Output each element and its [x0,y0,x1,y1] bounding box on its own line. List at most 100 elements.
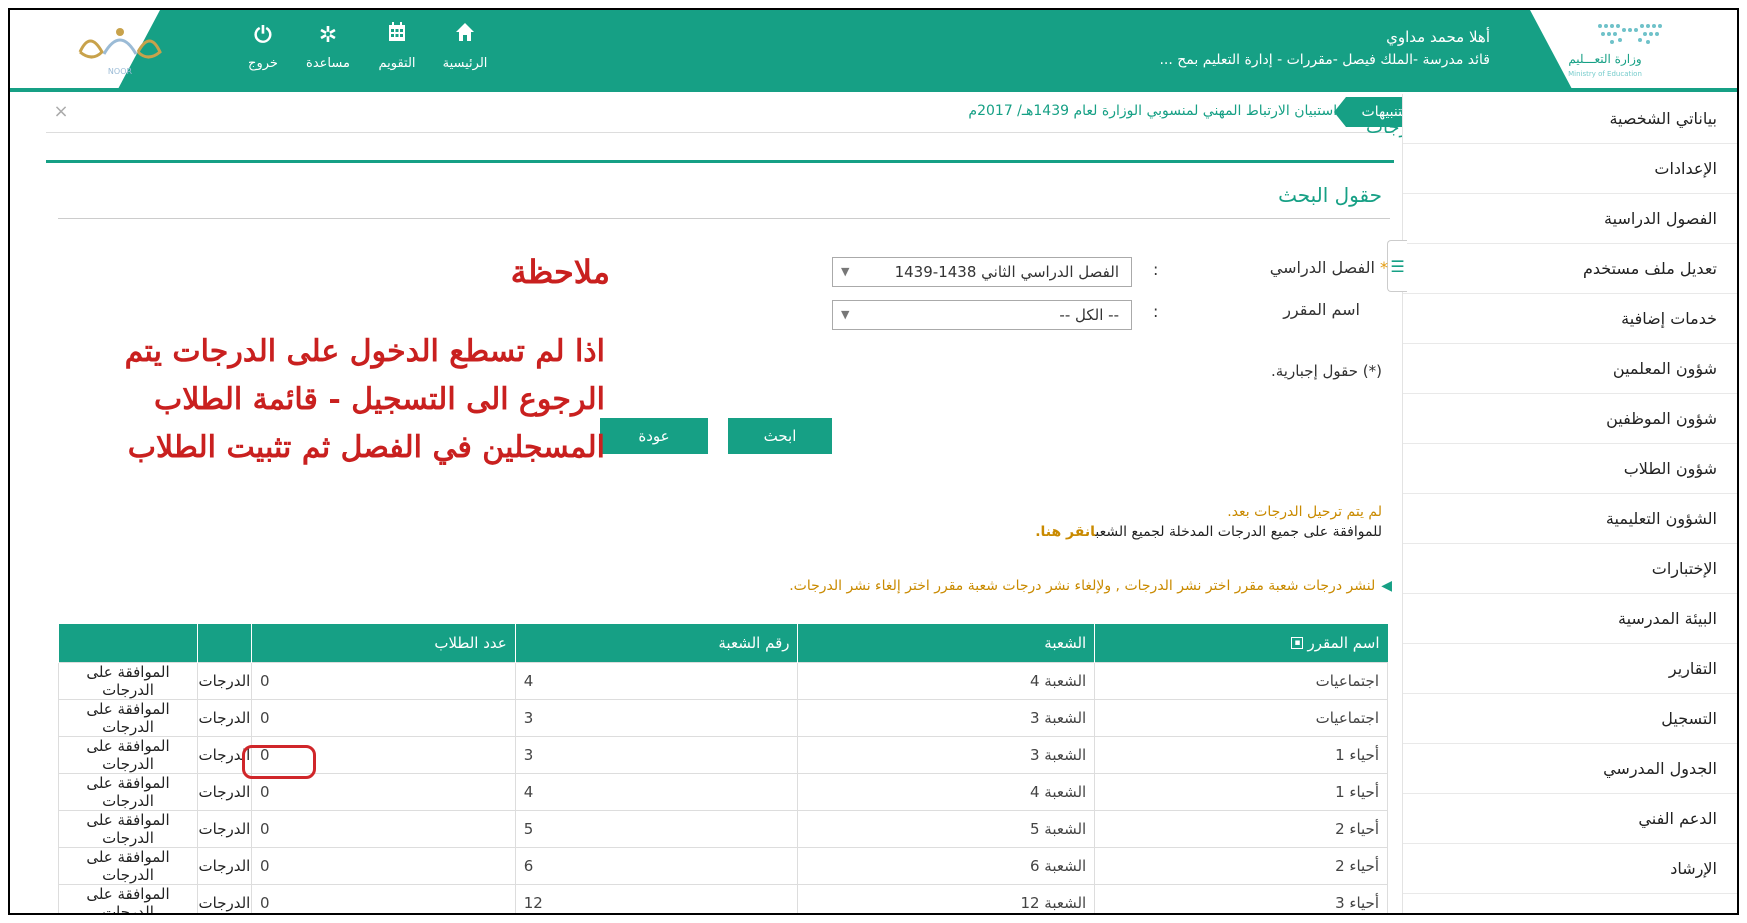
annotation-title: ملاحظة [510,253,610,291]
sidebar-item-teachers[interactable]: شؤون المعلمين [1403,344,1737,394]
column-header-approve [58,624,198,662]
cell-section: الشعبة 6 [797,846,1096,885]
calendar-icon [362,22,432,50]
calendar-button[interactable]: التقويم [362,22,432,82]
approve-grades-link[interactable]: الموافقة على الدرجات [58,661,198,700]
approve-grades-link[interactable]: الموافقة على الدرجات [58,846,198,885]
cell-section: الشعبة 4 [797,661,1096,700]
grades-link[interactable]: الدرجات [196,735,252,774]
approve-grades-link[interactable]: الموافقة على الدرجات [58,809,198,848]
cell-section-no: 4 [514,661,799,700]
sidebar-item-personal-data[interactable]: بياناتي الشخصية [1403,94,1737,144]
semester-select[interactable]: الفصل الدراسي الثاني 1438-1439 ▼ [832,257,1132,287]
back-button[interactable]: عودة [600,418,708,454]
table-header-row: اسم المقرر▪ الشعبة رقم الشعبة عدد الطلاب [58,624,1388,662]
logout-button[interactable]: ⏻ خروج [228,22,298,82]
grades-link[interactable]: الدرجات [196,883,252,913]
sidebar-item-education[interactable]: الشؤون التعليمية [1403,494,1737,544]
sidebar-item-settings[interactable]: الإعدادات [1403,144,1737,194]
grades-link[interactable]: الدرجات [196,698,252,737]
column-header-section: الشعبة [797,624,1095,662]
cell-section: الشعبة 3 [797,698,1096,737]
chevron-down-icon: ▼ [841,265,850,278]
cell-section-no: 3 [514,698,799,737]
noor-logo-text: NOOR [108,67,133,76]
annotation-body: اذا لم تسطع الدخول على الدرجات يتم الرجو… [124,334,605,465]
sidebar-item-employees[interactable]: شؤون الموظفين [1403,394,1737,444]
sidebar-menu: بياناتي الشخصية الإعدادات الفصول الدراسي… [1402,94,1737,913]
cell-section: الشعبة 3 [797,735,1096,774]
sidebar-toggle-icon[interactable]: ☰ [1387,240,1407,292]
home-button[interactable]: الرئيسية [430,22,500,82]
cell-section: الشعبة 4 [797,772,1096,811]
gear-icon: ✲ [318,23,338,48]
sidebar-item-extra-services[interactable]: خدمات إضافية [1403,294,1737,344]
close-icon[interactable]: × [46,101,76,127]
cell-section: الشعبة 5 [797,809,1096,848]
cell-section-no: 5 [514,809,799,848]
sidebar-item-reports[interactable]: التقارير [1403,644,1737,694]
course-label: اسم المقرر [1283,300,1360,319]
table-row: أحياء 2 الشعبة 6 6 0 الدرجات الموافقة عل… [58,846,1388,885]
sidebar-item-schedule[interactable]: الجدول المدرسي [1403,744,1737,794]
cell-students: 0 [250,698,516,737]
chevron-down-icon: ▼ [841,308,850,321]
help-button[interactable]: ✲ مساعدة [293,22,363,82]
grades-not-posted-message: لم يتم ترحيل الدرجات بعد. [1227,504,1382,520]
notification-text[interactable]: . استبيان الارتباط المهني لمنسوبي الوزار… [926,103,1346,119]
sidebar-item-guidance[interactable]: الإرشاد [1403,844,1737,894]
cell-course: اجتماعيات [1094,698,1388,737]
sidebar-item-classes[interactable]: الفصول الدراسية [1403,194,1737,244]
app-frame: NOOR ⏻ خروج ✲ مساعدة التقويم الرئيسية أه… [8,8,1739,915]
search-section-title: حقول البحث [1278,183,1382,207]
sort-icon[interactable]: ▪ [1291,637,1304,650]
table-row: أحياء 1 الشعبة 3 3 0 الدرجات الموافقة عل… [58,735,1388,774]
cell-course: اجتماعيات [1094,661,1388,700]
cell-students: 0 [250,735,516,774]
content-divider [46,160,1394,163]
column-header-section-no: رقم الشعبة [514,624,798,662]
table-row: أحياء 3 الشعبة 12 12 0 الدرجات الموافقة … [58,883,1388,913]
cell-course: أحياء 2 [1094,809,1388,848]
approve-all-message: للموافقة على جميع الدرجات المدخلة لجميع … [1035,524,1382,540]
noor-logo[interactable]: NOOR [70,22,170,78]
column-header-course[interactable]: اسم المقرر▪ [1094,624,1388,662]
power-icon: ⏻ [254,23,272,48]
cell-course: أحياء 1 [1094,735,1388,774]
approve-grades-link[interactable]: الموافقة على الدرجات [58,772,198,811]
sidebar-item-exams[interactable]: الإختبارات [1403,544,1737,594]
table-row: اجتماعيات الشعبة 4 4 0 الدرجات الموافقة … [58,661,1388,700]
user-role: قائد مدرسة -الملك فيصل -مقررات - إدارة ا… [1159,52,1490,68]
cell-students: 0 [250,883,516,913]
approve-grades-link[interactable]: الموافقة على الدرجات [58,735,198,774]
sidebar-item-tech-support[interactable]: الدعم الفني [1403,794,1737,844]
sidebar-item-edit-user[interactable]: تعديل ملف مستخدم [1403,244,1737,294]
cell-section: الشعبة 12 [797,883,1096,913]
course-select[interactable]: -- الكل -- ▼ [832,300,1132,330]
cell-students: 0 [250,809,516,848]
cell-students: 0 [250,661,516,700]
grades-link[interactable]: الدرجات [196,809,252,848]
moe-logo: وزارة التعـــليم Ministry of Education [1530,20,1680,80]
sidebar-item-registration[interactable]: التسجيل [1403,694,1737,744]
table-row: أحياء 1 الشعبة 4 4 0 الدرجات الموافقة عل… [58,772,1388,811]
caret-left-icon: ◀ [1381,578,1392,594]
cell-section-no: 6 [514,846,799,885]
search-button[interactable]: ابحث [728,418,832,454]
cell-section-no: 12 [514,883,799,913]
grades-link[interactable]: الدرجات [196,661,252,700]
grades-link[interactable]: الدرجات [196,772,252,811]
top-header: NOOR ⏻ خروج ✲ مساعدة التقويم الرئيسية أه… [10,10,1737,92]
home-icon [430,22,500,50]
approve-grades-link[interactable]: الموافقة على الدرجات [58,698,198,737]
sidebar-item-school-environment[interactable]: البيئة المدرسية [1403,594,1737,644]
approve-all-link[interactable]: انقر هنا. [1035,524,1095,540]
grades-link[interactable]: الدرجات [196,846,252,885]
cell-students: 0 [250,846,516,885]
approve-grades-link[interactable]: الموافقة على الدرجات [58,883,198,913]
sidebar-item-students[interactable]: شؤون الطلاب [1403,444,1737,494]
required-fields-note: (*) حقول إجبارية. [1270,362,1382,380]
cell-section-no: 4 [514,772,799,811]
notification-bar: × الدرجات . استبيان الارتباط المهني لمنس… [46,97,1428,138]
column-header-students: عدد الطلاب [250,624,516,662]
